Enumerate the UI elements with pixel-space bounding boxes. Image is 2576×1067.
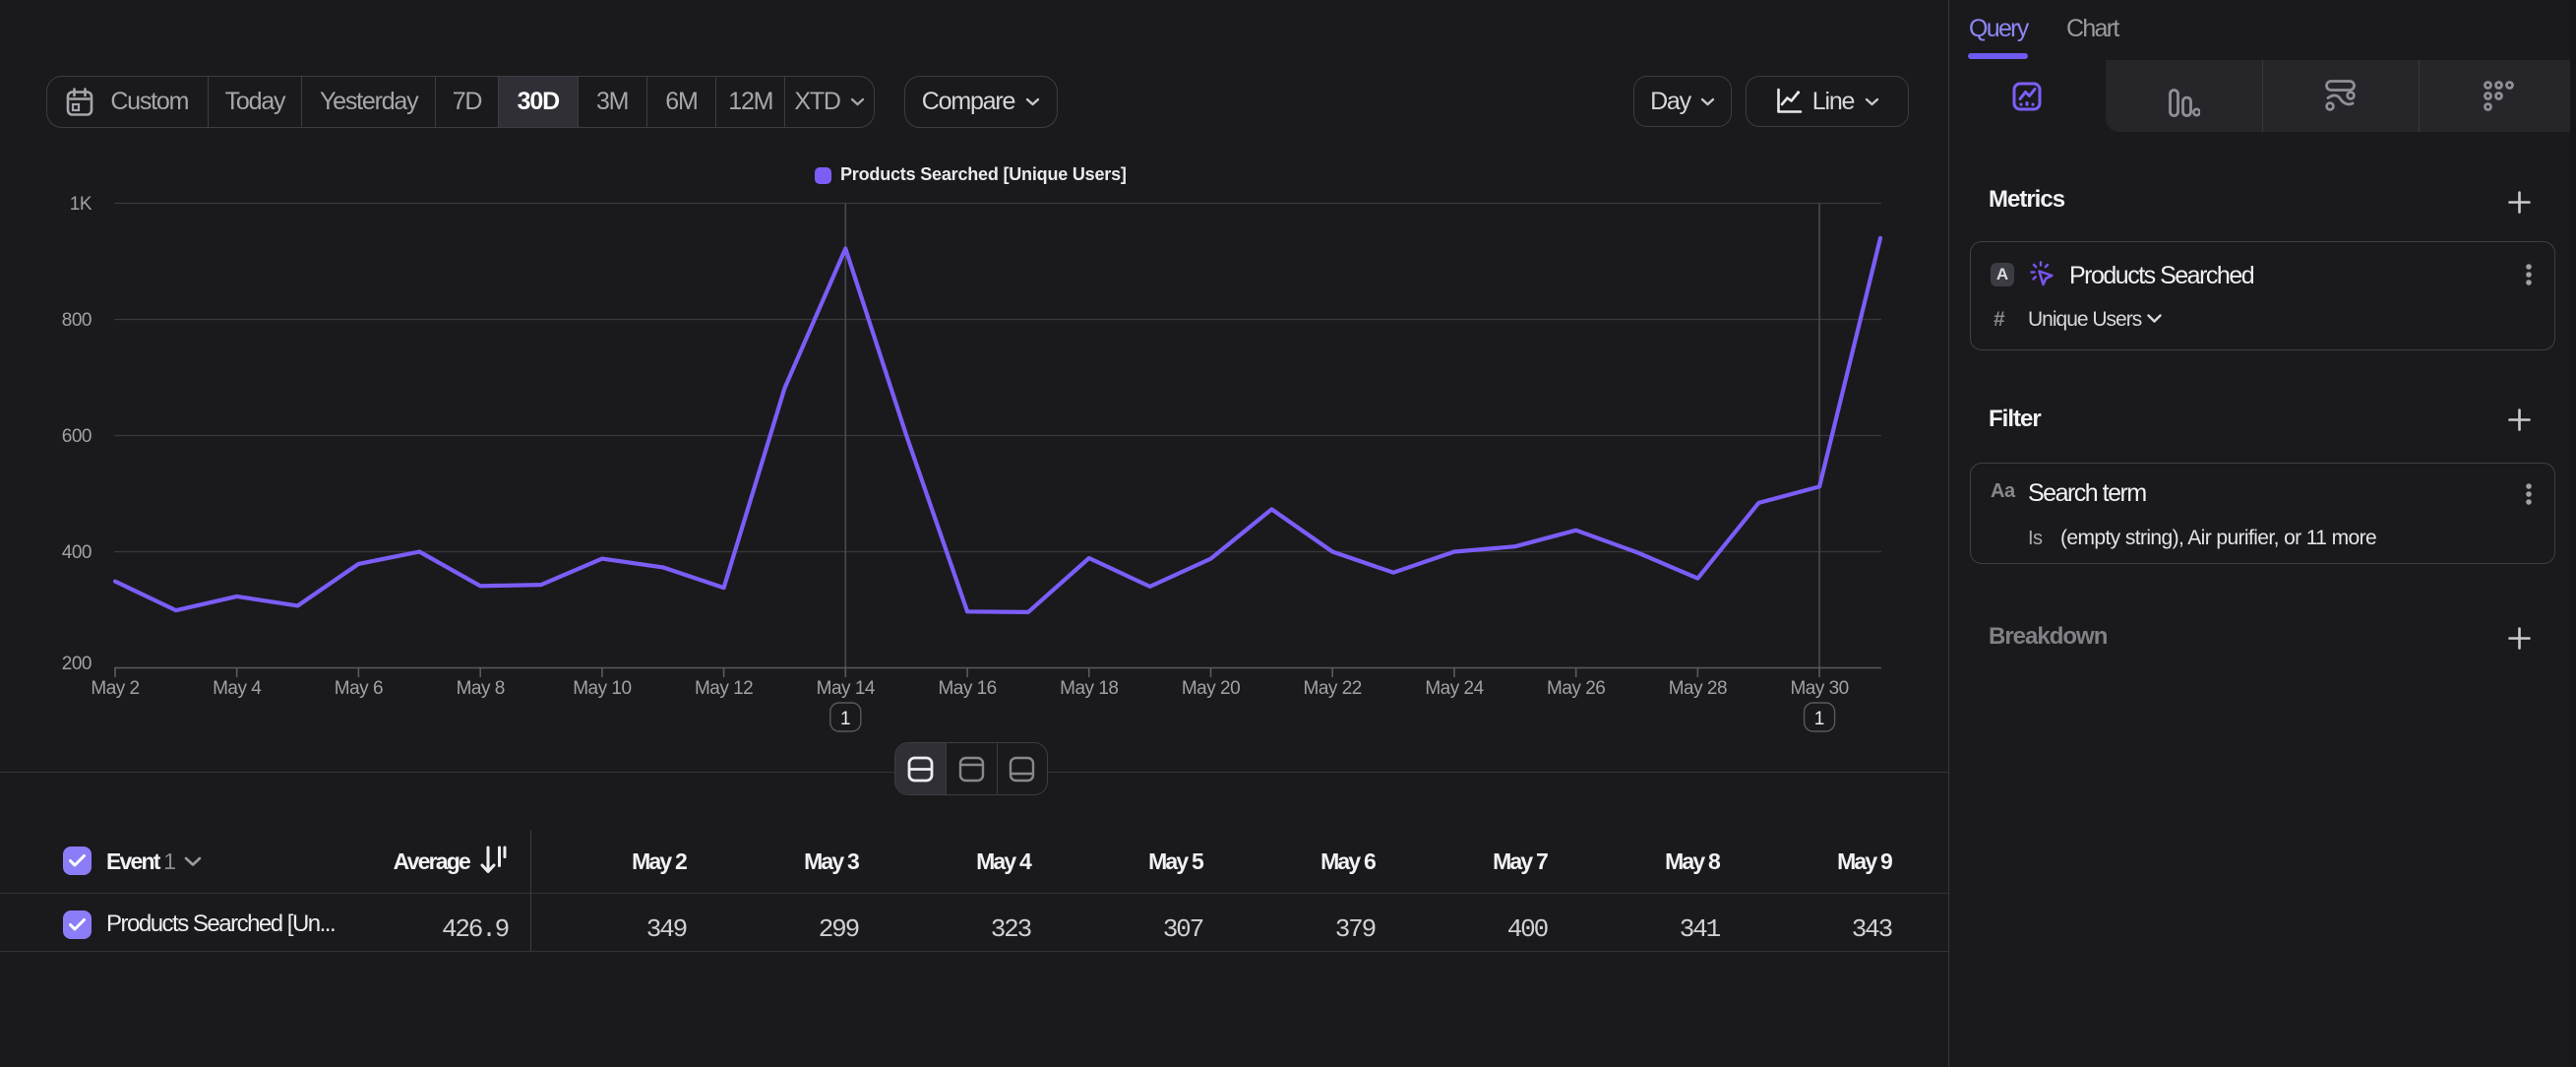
svg-text:800: 800 [62,310,92,331]
svg-text:May 6: May 6 [335,678,383,699]
svg-text:May 18: May 18 [1060,678,1118,699]
svg-text:May 20: May 20 [1182,678,1240,699]
svg-text:600: 600 [62,426,92,447]
svg-text:May 12: May 12 [695,678,753,699]
svg-text:May 8: May 8 [457,678,505,699]
svg-text:May 22: May 22 [1304,678,1362,699]
svg-text:May 26: May 26 [1547,678,1605,699]
svg-text:May 16: May 16 [938,678,996,699]
svg-text:May 4: May 4 [213,678,262,699]
svg-text:1: 1 [840,709,851,729]
svg-text:May 30: May 30 [1790,678,1848,699]
svg-text:May 2: May 2 [91,678,139,699]
svg-text:1K: 1K [70,194,92,215]
svg-text:May 14: May 14 [817,678,876,699]
svg-text:1: 1 [1814,709,1825,729]
svg-text:400: 400 [62,542,92,563]
svg-text:200: 200 [62,654,92,674]
svg-text:May 10: May 10 [573,678,631,699]
svg-text:May 24: May 24 [1425,678,1484,699]
svg-text:May 28: May 28 [1669,678,1727,699]
